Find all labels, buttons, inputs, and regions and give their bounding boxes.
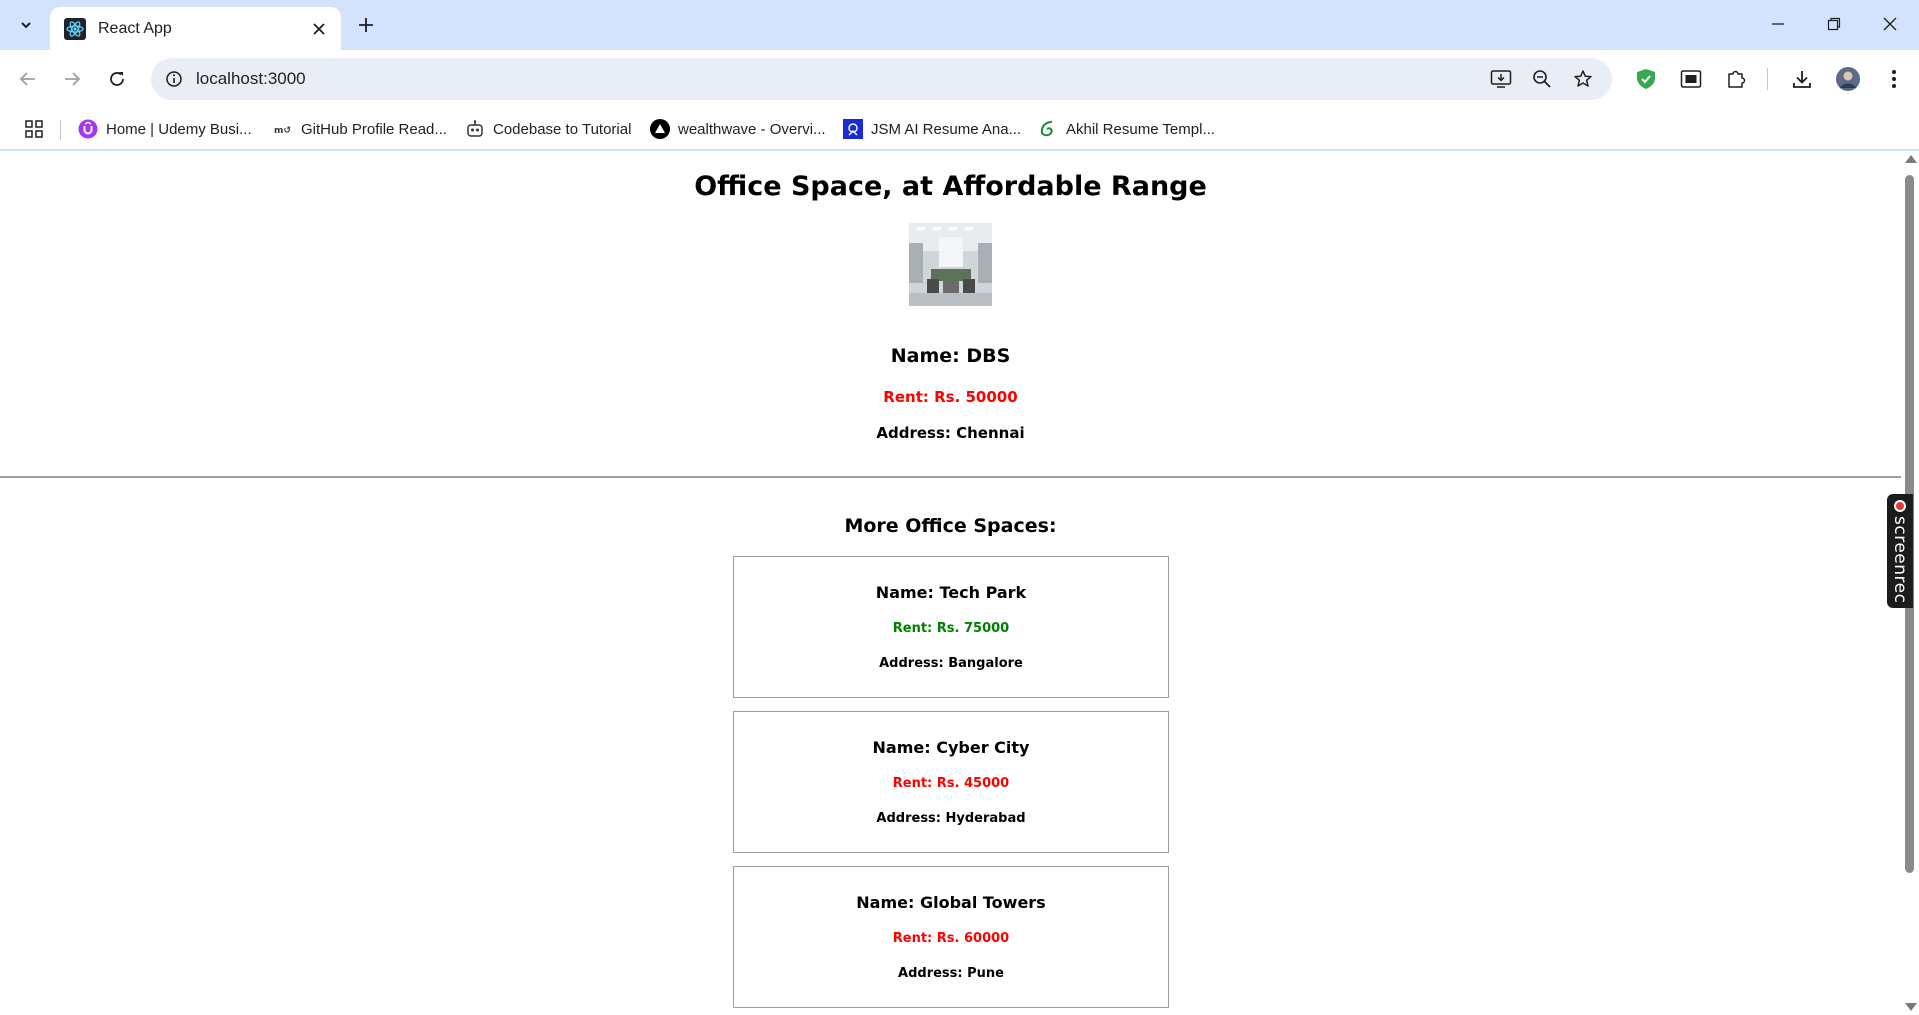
- restore-button[interactable]: [1806, 6, 1862, 42]
- office-card-name: Name: Tech Park: [875, 583, 1027, 602]
- screenrec-widget[interactable]: screenrec: [1887, 494, 1913, 608]
- page-title: Office Space, at Affordable Range: [694, 171, 1207, 202]
- new-tab-button[interactable]: [351, 10, 381, 40]
- chevron-down-icon: [21, 22, 31, 29]
- vercel-icon: [650, 119, 670, 139]
- scroll-up-arrow-icon[interactable]: [1905, 155, 1917, 163]
- downloads-button[interactable]: [1786, 63, 1818, 95]
- install-icon: [1490, 70, 1512, 88]
- url-text[interactable]: localhost:3000: [196, 69, 306, 89]
- minimize-button[interactable]: [1750, 6, 1806, 42]
- office-card: Name: Tech Park Rent: Rs. 75000 Address:…: [733, 556, 1169, 698]
- tab-react-app[interactable]: React App: [50, 7, 341, 50]
- avatar-icon: [1836, 67, 1860, 91]
- bookmark-akhil-resume[interactable]: Akhil Resume Templ...: [1038, 114, 1215, 144]
- bookmark-wealthwave[interactable]: wealthwave - Overvi...: [650, 114, 826, 144]
- install-app-button[interactable]: [1488, 66, 1514, 92]
- menu-button[interactable]: [1878, 63, 1910, 95]
- jsm-icon: [843, 119, 863, 139]
- bookmark-github-readme[interactable]: m↺ GitHub Profile Read...: [273, 114, 447, 144]
- adblock-extension-button[interactable]: [1630, 63, 1662, 95]
- section-divider: [0, 476, 1901, 478]
- close-icon: [313, 22, 325, 35]
- more-offices-heading: More Office Spaces:: [844, 515, 1057, 537]
- site-info-button[interactable]: [161, 66, 187, 92]
- restore-icon: [1827, 17, 1841, 31]
- close-icon: [1883, 17, 1897, 31]
- puzzle-icon: [1728, 70, 1746, 88]
- bookmark-star-button[interactable]: [1570, 66, 1596, 92]
- info-icon: [166, 71, 182, 87]
- apps-button[interactable]: [21, 116, 47, 142]
- featured-office-address: Address: Chennai: [876, 424, 1025, 442]
- page-viewport: Office Space, at Affordable Range Name: …: [0, 151, 1901, 1015]
- record-dot-icon: [1894, 500, 1906, 512]
- office-card-address: Address: Bangalore: [879, 656, 1023, 671]
- bookmark-udemy[interactable]: Home | Udemy Busi...: [78, 114, 252, 144]
- office-card-rent: Rent: Rs. 75000: [892, 621, 1010, 636]
- address-bar[interactable]: localhost:3000: [151, 58, 1612, 100]
- screen-capture-button[interactable]: [1675, 63, 1707, 95]
- tab-title: React App: [98, 19, 172, 37]
- screenrec-label: screenrec: [1890, 516, 1910, 604]
- scroll-down-arrow-icon[interactable]: [1905, 1003, 1917, 1011]
- screen-capture-icon: [1680, 70, 1702, 88]
- zoom-out-icon: [1533, 70, 1551, 88]
- office-card-name: Name: Global Towers: [856, 893, 1046, 912]
- arrow-right-icon: [65, 72, 81, 86]
- featured-office-name: Name: DBS: [890, 345, 1011, 367]
- office-card-name: Name: Cyber City: [872, 738, 1030, 757]
- back-button[interactable]: [11, 62, 45, 96]
- reload-button[interactable]: [100, 62, 134, 96]
- close-window-button[interactable]: [1862, 6, 1918, 42]
- toolbar-divider: [1767, 68, 1768, 90]
- tab-strip: React App: [0, 0, 1919, 50]
- github-readme-icon: m↺: [273, 119, 293, 139]
- profile-avatar-button[interactable]: [1832, 63, 1864, 95]
- office-card: Name: Cyber City Rent: Rs. 45000 Address…: [733, 711, 1169, 853]
- browser-chrome: React App localhost:3000 Home | Udemy Bu…: [0, 0, 1919, 151]
- bookmark-codebase-tutorial[interactable]: Codebase to Tutorial: [465, 114, 631, 144]
- bookmark-jsm-resume[interactable]: JSM AI Resume Ana...: [843, 114, 1021, 144]
- plus-icon: [359, 18, 373, 32]
- apps-grid-icon: [25, 120, 43, 138]
- reload-icon: [110, 72, 124, 86]
- more-vertical-icon: [1892, 70, 1896, 88]
- browser-toolbar: localhost:3000: [0, 50, 1919, 108]
- featured-office-rent: Rent: Rs. 50000: [883, 388, 1018, 406]
- bookmarks-divider: [60, 120, 61, 140]
- minimize-icon: [1772, 23, 1784, 25]
- arrow-left-icon: [19, 72, 35, 86]
- overleaf-icon: [1038, 119, 1058, 139]
- forward-button[interactable]: [55, 62, 89, 96]
- zoom-button[interactable]: [1529, 66, 1555, 92]
- office-card: Name: Global Towers Rent: Rs. 60000 Addr…: [733, 866, 1169, 1008]
- svg-text:m↺: m↺: [274, 126, 291, 136]
- office-card-address: Address: Hyderabad: [876, 811, 1026, 826]
- react-logo-icon: [64, 17, 86, 40]
- tab-search-button[interactable]: [11, 10, 41, 40]
- office-card-rent: Rent: Rs. 60000: [892, 931, 1010, 946]
- download-icon: [1793, 71, 1811, 88]
- shield-icon: [1637, 69, 1655, 89]
- udemy-icon: [78, 119, 98, 139]
- star-icon: [1574, 70, 1592, 87]
- office-image: [909, 223, 992, 306]
- office-card-address: Address: Pune: [898, 966, 1004, 981]
- robot-icon: [465, 119, 485, 139]
- bookmarks-bar: Home | Udemy Busi... m↺ GitHub Profile R…: [0, 108, 1919, 150]
- extensions-button[interactable]: [1720, 63, 1752, 95]
- office-card-rent: Rent: Rs. 45000: [892, 776, 1010, 791]
- tab-close-button[interactable]: [305, 15, 333, 43]
